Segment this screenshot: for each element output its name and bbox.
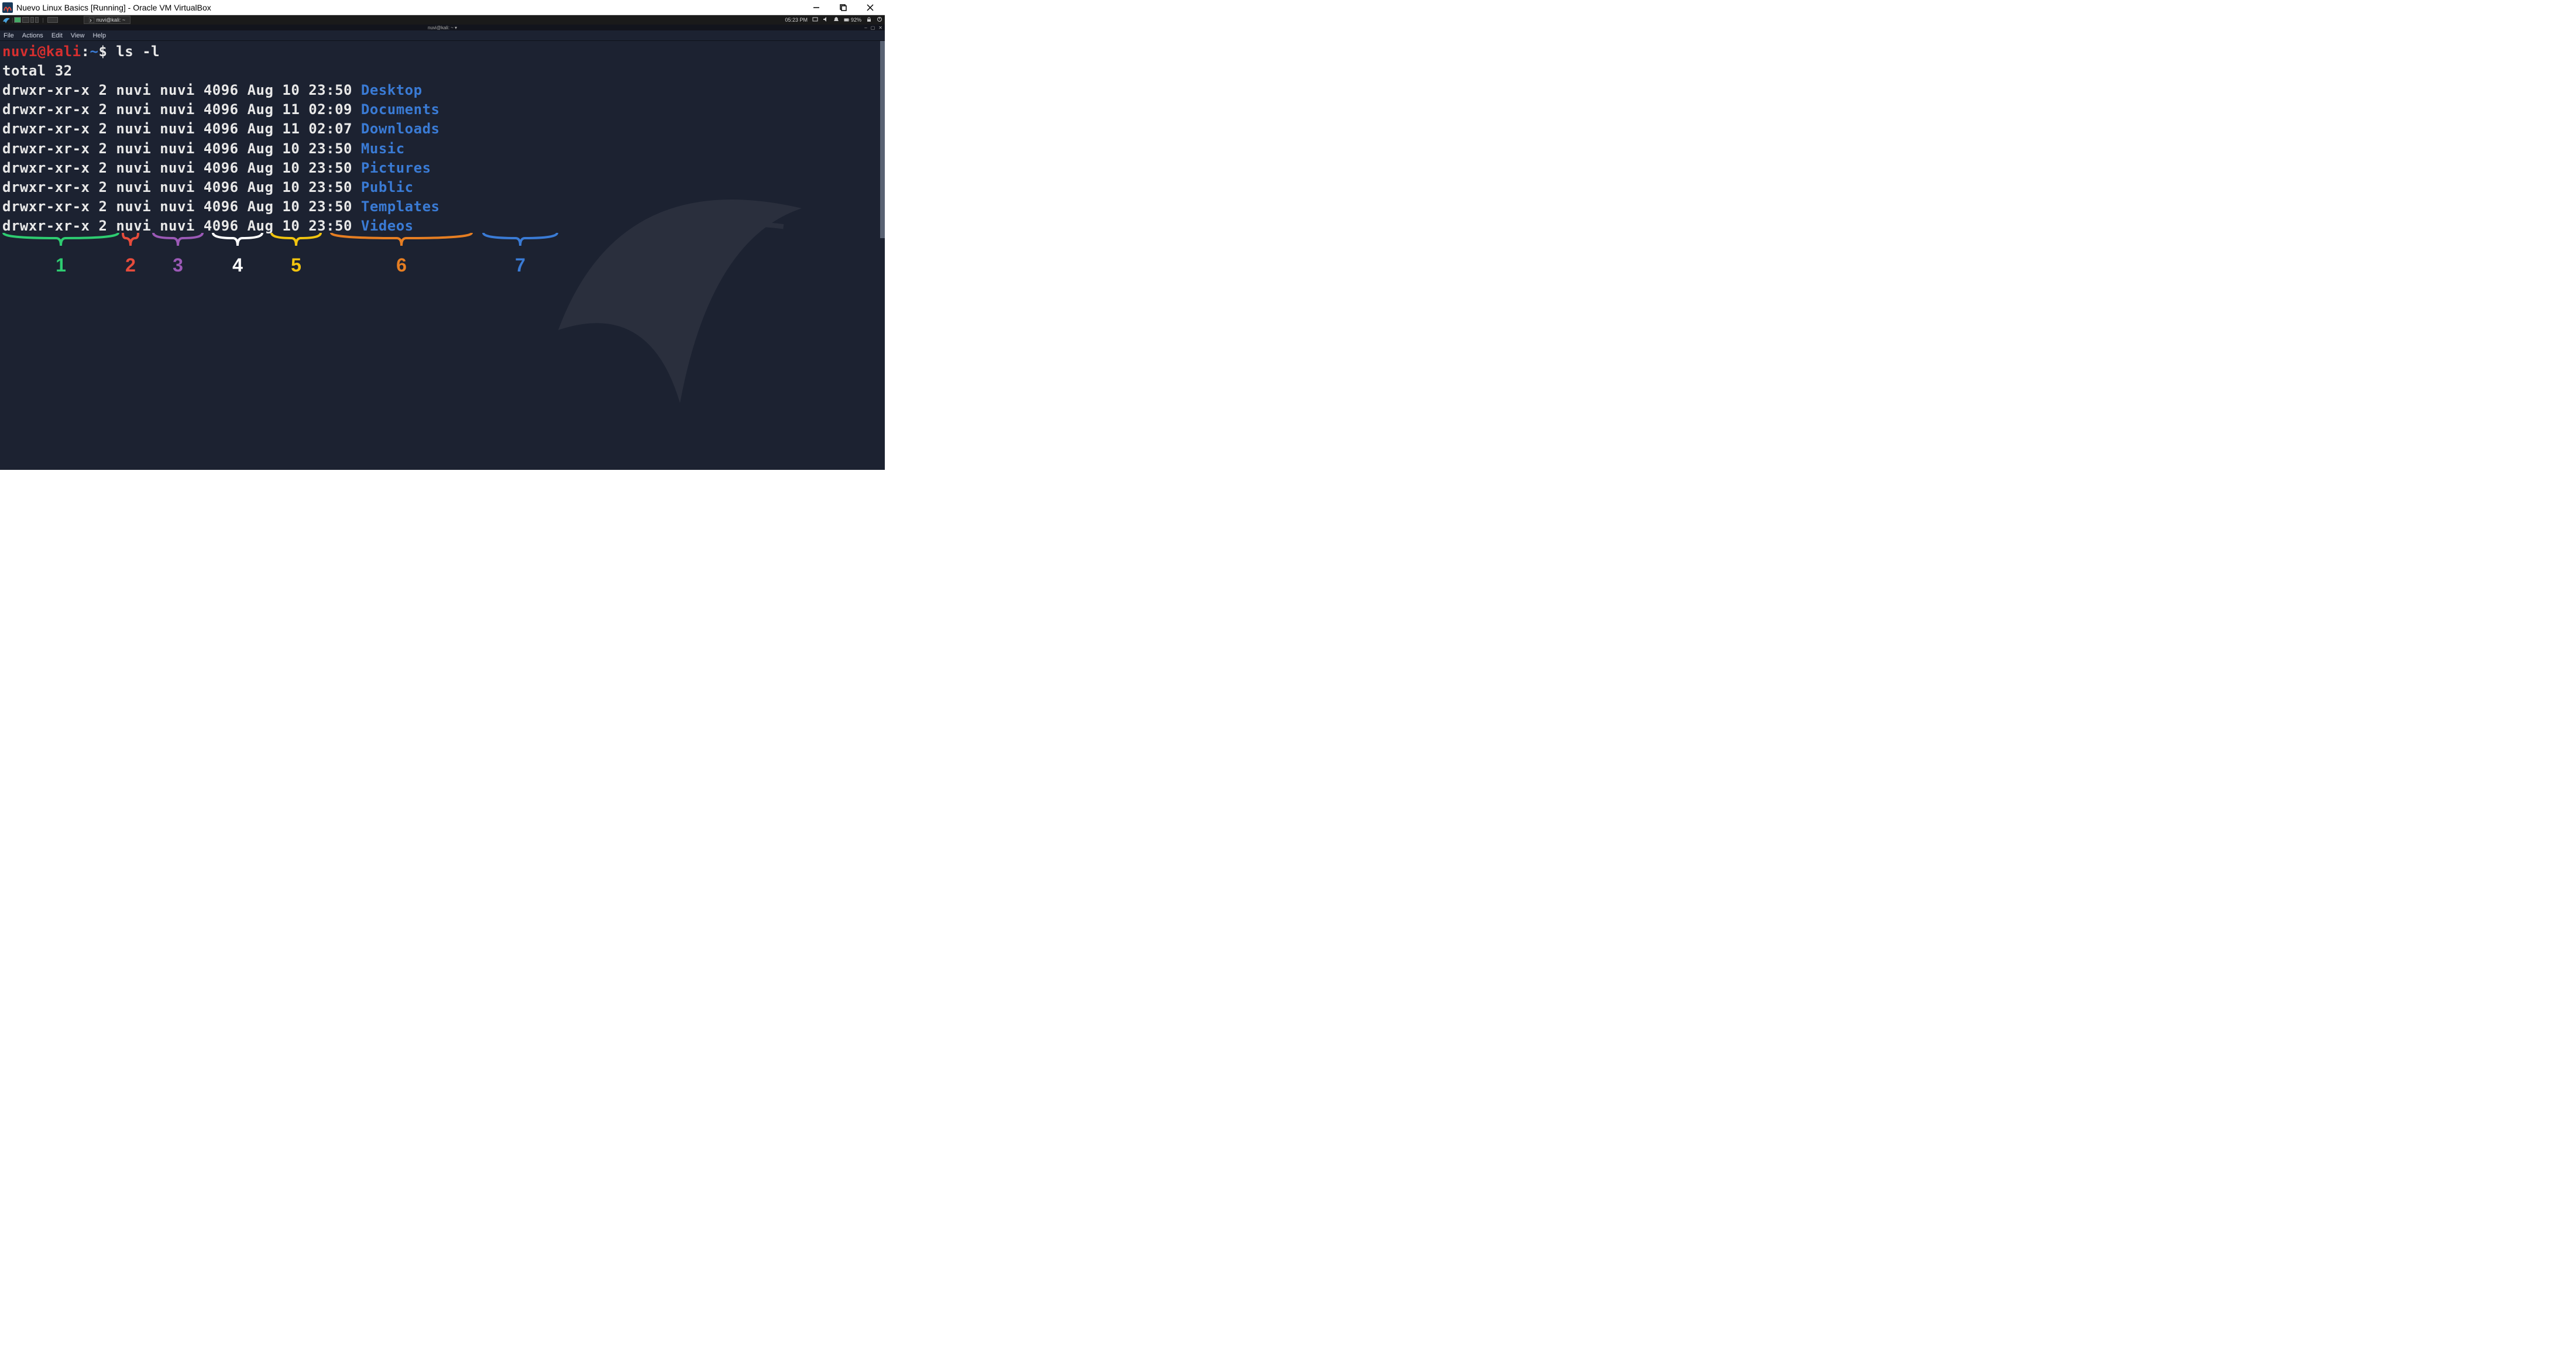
- terminal-scrollbar[interactable]: [880, 41, 885, 238]
- ls-dirname: Documents: [361, 101, 440, 118]
- panel-sep-icon: |: [42, 17, 43, 23]
- ls-dirname: Pictures: [361, 160, 431, 176]
- column-annotation-2: 2: [122, 232, 139, 276]
- host-minimize-button[interactable]: [803, 0, 830, 15]
- column-annotation-6: 6: [330, 232, 473, 276]
- host-window-title: Nuevo Linux Basics [Running] - Oracle VM…: [16, 3, 803, 12]
- terminal-title: nuvi@kali: ~: [428, 25, 454, 30]
- terminal-close-button[interactable]: ✕: [878, 25, 882, 30]
- command-text: ls -l: [116, 43, 160, 60]
- terminal-minimize-button[interactable]: –: [864, 25, 867, 30]
- ls-total-line: total 32: [2, 63, 73, 79]
- workspace-2-button[interactable]: [22, 17, 29, 23]
- volume-icon[interactable]: [823, 16, 829, 23]
- ls-dirname: Templates: [361, 198, 440, 215]
- prompt-separator: :: [81, 43, 90, 60]
- menu-view[interactable]: View: [71, 32, 85, 39]
- menu-help[interactable]: Help: [92, 32, 106, 39]
- column-annotation-4: 4: [212, 232, 263, 276]
- menu-file[interactable]: File: [4, 32, 14, 39]
- lock-icon[interactable]: [866, 16, 872, 23]
- column-annotation-7: 7: [482, 232, 558, 276]
- taskbar-terminal-tab[interactable]: nuvi@kali: ~: [84, 16, 130, 24]
- column-annotation-5: 5: [270, 232, 322, 276]
- host-close-button[interactable]: [857, 0, 884, 15]
- ls-dirname: Downloads: [361, 121, 440, 137]
- ls-row: drwxr-xr-x 2 nuvi nuvi 4096 Aug 10 23:50: [2, 179, 361, 195]
- column-annotation-3: 3: [152, 232, 204, 276]
- bell-icon[interactable]: [833, 16, 839, 23]
- power-icon[interactable]: [877, 16, 882, 23]
- taskbar-terminal-label: nuvi@kali: ~: [97, 17, 125, 23]
- ls-row: drwxr-xr-x 2 nuvi nuvi 4096 Aug 10 23:50: [2, 198, 361, 215]
- workspace-1-button[interactable]: [14, 17, 21, 23]
- column-annotation-1: 1: [2, 232, 119, 276]
- prompt-user-host: nuvi@kali: [2, 43, 81, 60]
- terminal-maximize-button[interactable]: ▢: [871, 25, 875, 30]
- host-window-titlebar: Nuevo Linux Basics [Running] - Oracle VM…: [0, 0, 885, 15]
- virtualbox-logo-icon: [2, 2, 13, 13]
- ls-row: drwxr-xr-x 2 nuvi nuvi 4096 Aug 11 02:07: [2, 121, 361, 137]
- ls-row: drwxr-xr-x 2 nuvi nuvi 4096 Aug 11 02:09: [2, 101, 361, 118]
- battery-icon[interactable]: 92%: [844, 17, 861, 23]
- prompt-path: ~: [90, 43, 99, 60]
- ls-row: drwxr-xr-x 2 nuvi nuvi 4096 Aug 10 23:50: [2, 140, 361, 157]
- show-desktop-button[interactable]: [47, 17, 58, 23]
- prompt-symbol: $: [98, 43, 116, 60]
- terminal-titlebar[interactable]: nuvi@kali: ~ ▾ – ▢ ✕: [0, 25, 885, 30]
- kali-dragon-icon[interactable]: [2, 16, 11, 24]
- panel-sep-icon: |: [12, 17, 13, 23]
- ls-dirname: Desktop: [361, 82, 423, 98]
- battery-percent: 92%: [851, 17, 861, 23]
- terminal-body[interactable]: nuvi@kali:~$ ls -l total 32 drwxr-xr-x 2…: [0, 41, 885, 470]
- menu-actions[interactable]: Actions: [22, 32, 43, 39]
- screenshot-icon[interactable]: [812, 16, 818, 23]
- ls-dirname: Public: [361, 179, 414, 195]
- ls-dirname: Music: [361, 140, 405, 157]
- panel-clock[interactable]: 05:23 PM: [785, 17, 808, 23]
- workspace-4-button[interactable]: [35, 17, 39, 23]
- ls-row: drwxr-xr-x 2 nuvi nuvi 4096 Aug 10 23:50: [2, 82, 361, 98]
- kali-xfce-panel: | | nuvi@kali: ~ 05:23 PM 92%: [0, 15, 885, 25]
- terminal-menubar: File Actions Edit View Help: [0, 30, 885, 41]
- menu-edit[interactable]: Edit: [51, 32, 63, 39]
- host-maximize-button[interactable]: [830, 0, 857, 15]
- workspace-3-button[interactable]: [30, 17, 34, 23]
- ls-row: drwxr-xr-x 2 nuvi nuvi 4096 Aug 10 23:50: [2, 160, 361, 176]
